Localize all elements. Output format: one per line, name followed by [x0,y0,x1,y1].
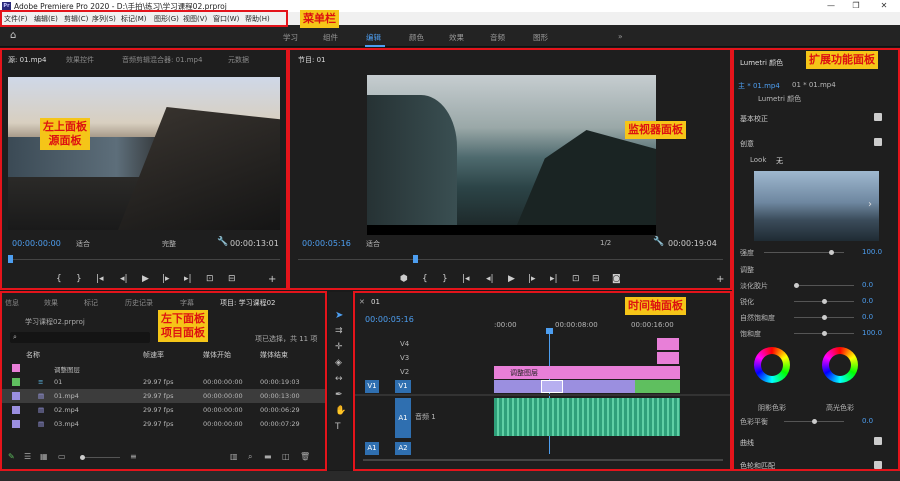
monitor-frame [288,48,732,290]
annotation-project: 项目面板 [161,326,205,339]
workspace-effects[interactable]: 效果 [449,32,464,43]
minimize-button[interactable]: — [820,0,842,12]
annotation-source: 源面板 [48,134,82,147]
workspace-graphics[interactable]: 图形 [533,32,548,43]
annotation-project-box: 左下面板 项目面板 [158,310,208,342]
lumetri-frame [732,48,900,471]
tools-panel: ➤ ⇉ ✛ ◈ ↔ ✒ ✋ T [328,292,352,470]
workspace-bar: ⌂ 学习 组件 编辑 颜色 效果 音频 图形 » [0,25,900,47]
slip-icon[interactable]: ↔ [335,374,343,384]
app-logo: Pr [2,2,11,10]
workspace-audio[interactable]: 音频 [490,32,505,43]
ripple-edit-icon[interactable]: ✛ [335,342,343,352]
home-icon[interactable]: ⌂ [10,30,16,41]
workspace-learn[interactable]: 学习 [283,32,298,43]
pen-icon[interactable]: ✒ [335,390,343,400]
annotation-ext-panel: 扩展功能面板 [806,51,878,69]
workspace-assembly[interactable]: 组件 [323,32,338,43]
selection-tool-icon[interactable]: ➤ [335,310,343,321]
timeline-frame [353,291,732,471]
close-button[interactable]: ✕ [873,0,895,12]
type-icon[interactable]: T [335,422,341,432]
workspace-more-icon[interactable]: » [618,32,623,41]
status-bar [0,471,900,481]
annotation-bottom-left: 左下面板 [161,312,205,325]
annotation-top-left: 左上面板 [43,120,87,133]
menubar-frame [0,10,288,27]
annotation-monitor: 监视器面板 [625,121,686,139]
annotation-menubar: 菜单栏 [300,10,339,28]
workspace-color[interactable]: 颜色 [409,32,424,43]
maximize-button[interactable]: ❐ [845,0,867,12]
source-frame [0,48,288,290]
annotation-timeline: 时间轴面板 [625,297,686,315]
hand-icon[interactable]: ✋ [335,406,346,416]
razor-icon[interactable]: ◈ [335,358,342,368]
track-select-icon[interactable]: ⇉ [335,326,343,336]
annotation-source-box: 左上面板 源面板 [40,118,90,150]
active-workspace-underline [365,45,385,47]
workspace-editing[interactable]: 编辑 [366,32,381,43]
